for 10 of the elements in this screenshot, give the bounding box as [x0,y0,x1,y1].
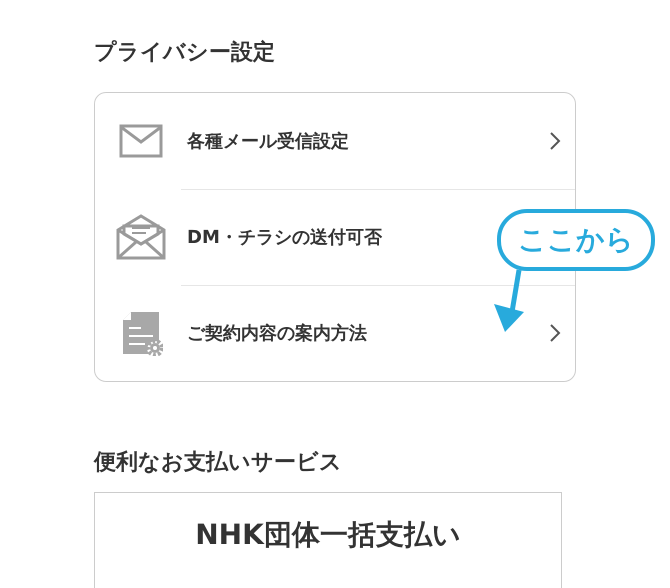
open-envelope-icon [116,214,166,260]
envelope-icon [119,124,163,158]
row-label[interactable]: ご契約内容の案内方法 [187,320,367,346]
callout-bubble: ここから [497,209,655,271]
section-heading: プライバシー設定 [94,38,276,67]
payment-button[interactable]: NHK団体一括支払い [94,492,562,588]
row-label[interactable]: DM・チラシの送付可否 [187,224,382,250]
row-label[interactable]: 各種メール受信設定 [187,128,349,154]
callout-arrow [494,270,524,332]
section-heading: 便利なお支払いサービス [94,449,343,477]
